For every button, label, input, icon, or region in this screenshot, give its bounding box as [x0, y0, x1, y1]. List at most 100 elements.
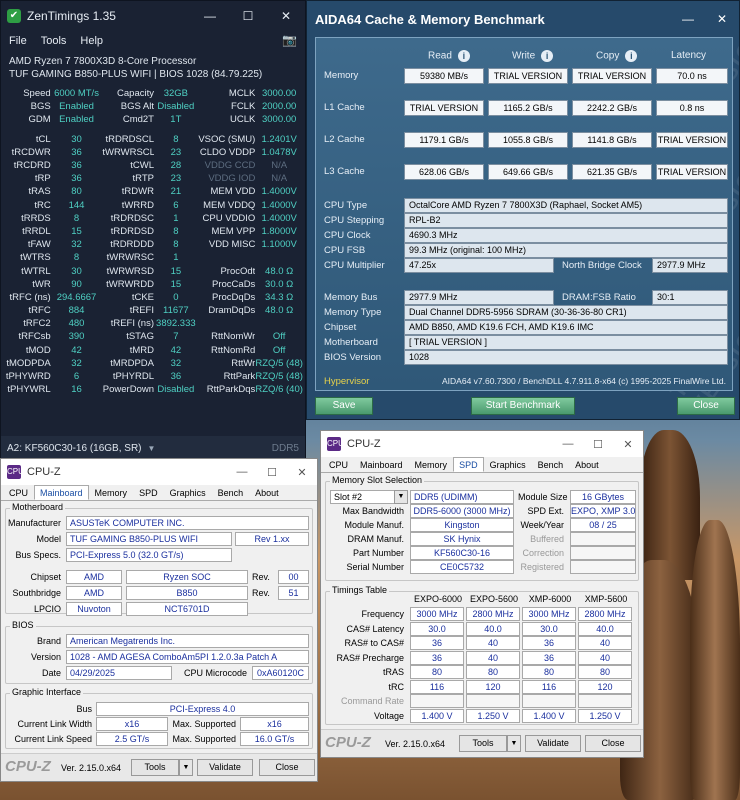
timing-value: RZQ/6 (40) — [255, 384, 303, 396]
motherboard-group: Motherboard Manufacturer ASUSTeK COMPUTE… — [5, 502, 313, 616]
chevron-down-icon[interactable]: ▼ — [507, 735, 521, 752]
close-button[interactable]: ✕ — [287, 466, 317, 479]
validate-button[interactable]: Validate — [525, 735, 581, 752]
col-head-read: Read i — [428, 50, 470, 62]
timing-label: tRFCsb — [18, 331, 51, 343]
timing-value: Enabled — [59, 114, 94, 126]
tab-bench[interactable]: Bench — [532, 457, 570, 472]
menu-tools[interactable]: Tools — [41, 35, 67, 47]
tab-graphics[interactable]: Graphics — [484, 457, 532, 472]
tab-cpu[interactable]: CPU — [323, 457, 354, 472]
screenshot-camera-icon[interactable]: 📷 — [282, 33, 297, 47]
chevron-down-icon[interactable]: ▼ — [179, 759, 193, 776]
info-icon[interactable]: i — [541, 50, 554, 62]
timing-label: tCKE — [131, 291, 154, 303]
timing-label: RttPark — [223, 371, 256, 383]
timing-value: 1 — [173, 252, 179, 264]
timing-label: tRRDS — [21, 212, 51, 224]
timing-label: tRC — [34, 199, 51, 211]
tab-spd[interactable]: SPD — [133, 485, 164, 500]
buffered-label: Buffered — [530, 534, 564, 544]
validate-button[interactable]: Validate — [197, 759, 253, 776]
maximize-button[interactable]: ☐ — [583, 438, 613, 451]
timing-label: tRCDWR — [11, 146, 51, 158]
lpcio-name: NCT6701D — [126, 602, 248, 616]
tab-about[interactable]: About — [249, 485, 285, 500]
minimize-button[interactable]: — — [553, 438, 583, 451]
minimize-button[interactable]: — — [191, 9, 229, 23]
cpuz-titlebar[interactable]: CPU CPU-Z — ☐ ✕ — [1, 459, 317, 485]
tools-button[interactable]: Tools — [131, 759, 179, 776]
tab-mainboard[interactable]: Mainboard — [354, 457, 409, 472]
timing-label: tRFC (ns) — [9, 291, 51, 303]
timing-cell: 2800 MHz — [466, 607, 520, 621]
timing-label: tRTP — [132, 173, 154, 185]
timing-value: 8 — [73, 252, 80, 264]
close-button[interactable]: Close — [259, 759, 315, 776]
zentimings-titlebar[interactable]: ✔ ZenTimings 1.35 — ☐ ✕ — [1, 1, 305, 31]
timing-cell: 120 — [578, 679, 632, 694]
bios-label: BIOS Version — [324, 352, 382, 363]
slot-selector[interactable]: Slot #2 — [330, 490, 396, 504]
close-button[interactable]: ✕ — [705, 12, 739, 26]
close-button[interactable]: ✕ — [267, 9, 305, 23]
close-button[interactable]: Close — [677, 397, 735, 415]
tab-about[interactable]: About — [569, 457, 605, 472]
timing-column-header: EXPO-5600 — [469, 594, 519, 604]
close-button[interactable]: ✕ — [613, 438, 643, 451]
motherboard-label: Motherboard — [324, 337, 378, 348]
close-button[interactable]: Close — [585, 735, 641, 752]
timing-value: 1 — [173, 212, 179, 224]
minimize-button[interactable]: — — [671, 12, 705, 26]
info-icon[interactable]: i — [625, 50, 638, 62]
chevron-down-icon[interactable]: ▼ — [394, 490, 408, 504]
info-icon[interactable]: i — [457, 50, 470, 62]
save-button[interactable]: Save — [315, 397, 373, 415]
bus-specs-label: Bus Specs. — [15, 550, 61, 560]
mem-bus-label: Memory Bus — [324, 292, 378, 303]
chevron-down-icon[interactable]: ▼ — [148, 444, 156, 453]
tab-spd[interactable]: SPD — [453, 457, 484, 472]
max-supported-label: Max. Supported — [172, 734, 236, 744]
timing-column-header: EXPO-6000 — [413, 594, 463, 604]
tab-memory[interactable]: Memory — [409, 457, 454, 472]
timing-cell: 30.0 — [522, 621, 576, 636]
slot-type: DDR5 (UDIMM) — [410, 490, 514, 504]
minimize-button[interactable]: — — [227, 466, 257, 479]
cpuz-tabbar: CPU Mainboard Memory SPD Graphics Bench About — [321, 457, 643, 473]
timing-cell — [410, 694, 464, 708]
aida64-titlebar[interactable]: AIDA64 Cache & Memory Benchmark — ✕ — [307, 1, 739, 37]
timing-row-label: tRAS — [382, 667, 404, 677]
timing-label: tCWL — [130, 160, 154, 172]
timing-cell: 40 — [578, 636, 632, 650]
timing-cell — [578, 694, 632, 708]
benchmark-row-label: L3 Cache — [324, 166, 365, 177]
timing-value: N/A — [271, 173, 288, 185]
tab-cpu[interactable]: CPU — [3, 485, 34, 500]
tab-bench[interactable]: Bench — [212, 485, 250, 500]
timing-cell: 36 — [410, 636, 464, 650]
cpuz-titlebar[interactable]: CPU CPU-Z — ☐ ✕ — [321, 431, 643, 457]
timing-label: tPHYWRL — [7, 384, 51, 396]
week-year-label: Week/Year — [520, 520, 564, 530]
cpu-fsb-label: CPU FSB — [324, 245, 366, 256]
buffered-value — [570, 532, 636, 546]
start-benchmark-button[interactable]: Start Benchmark — [471, 397, 575, 415]
timing-value: 1.4000V — [261, 186, 297, 198]
timing-value: Disabled — [157, 384, 195, 396]
cpu-type-label: CPU Type — [324, 200, 368, 211]
maximize-button[interactable]: ☐ — [229, 9, 267, 23]
tab-memory[interactable]: Memory — [89, 485, 134, 500]
menu-help[interactable]: Help — [80, 35, 103, 47]
aida64-title: AIDA64 Cache & Memory Benchmark — [315, 11, 545, 27]
maximize-button[interactable]: ☐ — [257, 466, 287, 479]
lpcio-vendor: Nuvoton — [66, 602, 122, 616]
timing-value: 80 — [71, 186, 82, 198]
tab-mainboard[interactable]: Mainboard — [34, 485, 89, 500]
tools-button[interactable]: Tools — [459, 735, 507, 752]
aida64-window: TRIAL VERSION TRIAL VERSION TRIAL VERSIO… — [306, 0, 740, 420]
tab-graphics[interactable]: Graphics — [164, 485, 212, 500]
module-selector[interactable]: A2: KF560C30-16 (16GB, SR) — [7, 443, 142, 454]
timing-label: tRFC2 — [23, 318, 51, 330]
menu-file[interactable]: File — [9, 35, 27, 47]
